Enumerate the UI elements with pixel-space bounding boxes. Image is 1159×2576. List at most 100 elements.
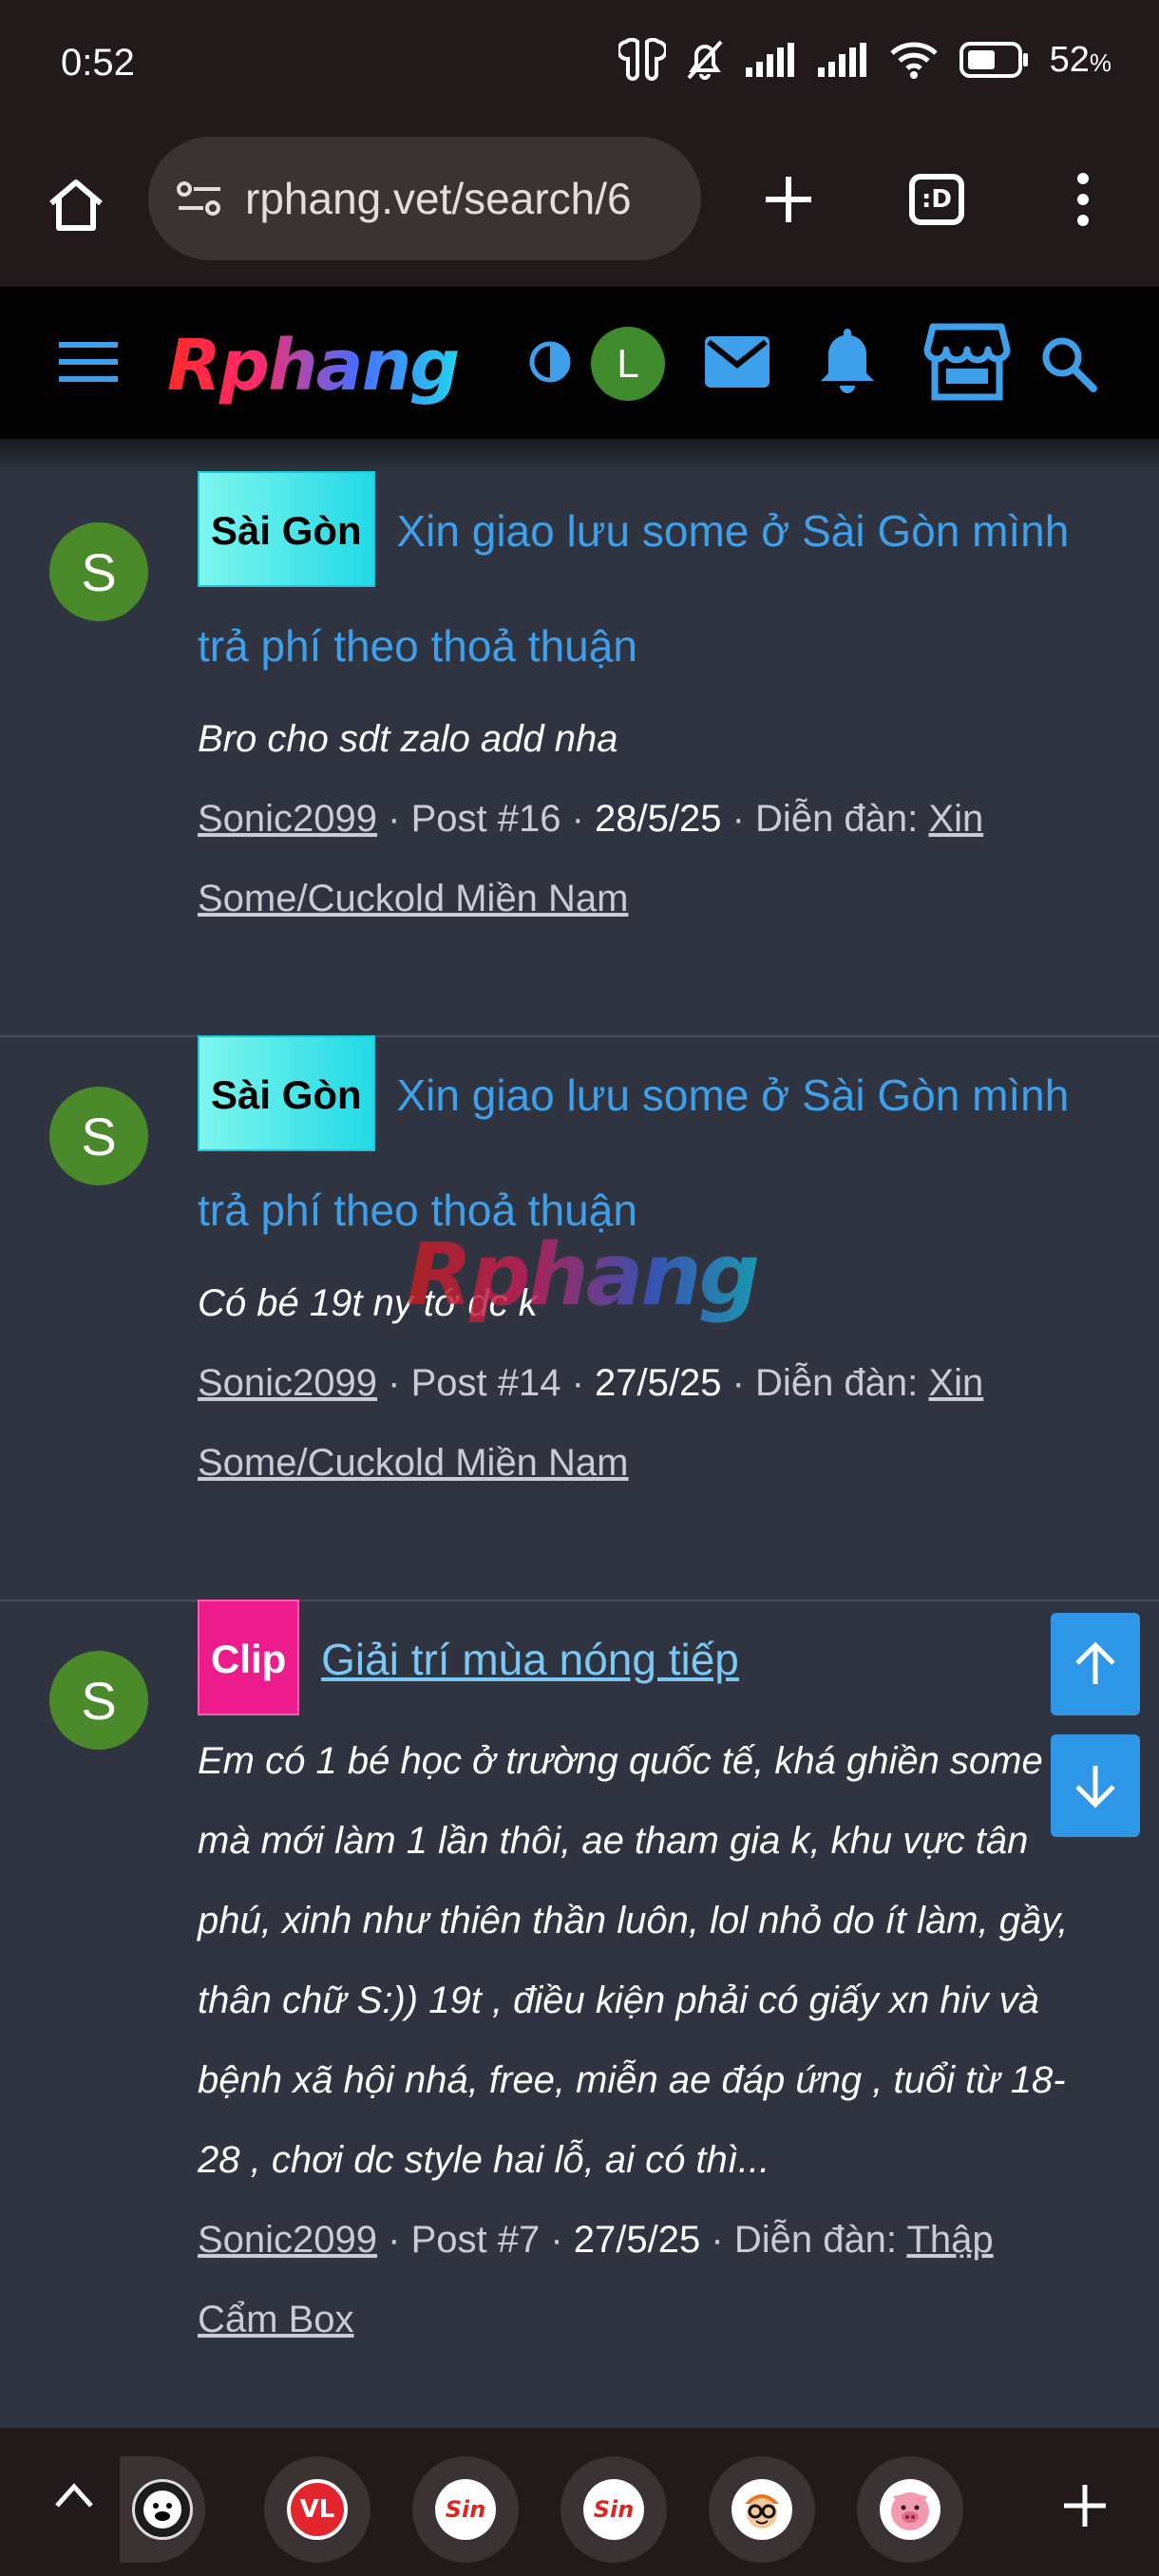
post-number: Post #16 (410, 798, 561, 840)
result-snippet-line: thân chữ S:)) 19t , điều kiện phải có gi… (198, 1979, 1039, 2021)
author-avatar[interactable]: S (49, 522, 148, 621)
thread-prefix[interactable]: Sài Gòn (198, 1035, 375, 1151)
forum-link-continued[interactable]: Some/Cuckold Miền Nam (198, 1442, 629, 1484)
post-number: Post #14 (410, 1362, 561, 1404)
browser-toolbar: rphang.vet/search/6 :D (0, 133, 1159, 287)
result-snippet: Bro cho sdt zalo add nha (198, 718, 618, 760)
tab-strip: VL Sin Sin (0, 2428, 1159, 2576)
hamburger-menu-icon[interactable] (57, 336, 124, 389)
pig-mask-icon (132, 2479, 193, 2540)
browser-menu-button[interactable] (1045, 161, 1121, 237)
result-snippet-line: bệnh xã hội nhá, free, miễn ae đáp ứng ,… (198, 2059, 1066, 2101)
status-icons: 52% (618, 38, 1112, 82)
result-title[interactable]: Clip Giải trí mùa nóng tiếp (198, 1600, 1102, 1721)
forum-link-continued[interactable]: Some/Cuckold Miền Nam (198, 878, 629, 919)
chevron-up-icon[interactable] (53, 2481, 95, 2510)
user-avatar[interactable]: L (591, 327, 665, 401)
tab-favicon[interactable] (857, 2456, 963, 2563)
post-date: 27/5/25 (573, 2219, 701, 2261)
tab-switcher-icon: :D (909, 174, 964, 225)
status-bar: 0:52 52% (0, 0, 1159, 133)
sin-favicon: Sin (583, 2479, 644, 2540)
arrow-up-icon (1075, 1641, 1115, 1684)
tab-favicon[interactable]: Sin (412, 2456, 519, 2563)
forum-label: Diễn đàn: (755, 798, 919, 840)
post-date: 27/5/25 (595, 1362, 722, 1404)
search-result: S Clip Giải trí mùa nóng tiếp Em có 1 bé… (0, 1600, 1159, 2456)
result-meta: Sonic2099 · Post #14 · 27/5/25 · Diễn đà… (198, 1362, 984, 1404)
scroll-bottom-button[interactable] (1051, 1734, 1140, 1837)
result-body: Clip Giải trí mùa nóng tiếp Em có 1 bé h… (198, 1600, 1102, 2359)
result-meta-continued: Cẩm Box (198, 2280, 1102, 2359)
tab-favicon[interactable] (120, 2456, 205, 2563)
tab-favicon[interactable] (709, 2456, 815, 2563)
author-link[interactable]: Sonic2099 (198, 798, 377, 840)
author-avatar[interactable]: S (49, 1087, 148, 1185)
result-meta: Sonic2099 · Post #7 · 27/5/25 · Diễn đàn… (198, 2219, 994, 2261)
result-meta-continued: Some/Cuckold Miền Nam (198, 859, 1102, 938)
site-settings-icon[interactable] (175, 178, 224, 219)
home-icon (49, 180, 103, 231)
result-body: Sài Gòn Xin giao lưu some ở Sài Gòn mình… (198, 471, 1102, 938)
result-snippet-line: Em có 1 bé học ở trường quốc tế, khá ghi… (198, 1740, 1043, 1782)
signal-icon (745, 43, 794, 77)
result-snippet-line: mà mới làm 1 lần thôi, ae tham gia k, kh… (198, 1820, 1029, 1862)
theme-toggle-icon[interactable] (528, 340, 572, 384)
wifi-icon (889, 42, 938, 79)
bell-icon[interactable] (817, 325, 878, 397)
watermark-logo: Rphang (407, 1225, 760, 1325)
pig-icon (880, 2479, 940, 2540)
post-date: 28/5/25 (595, 798, 722, 840)
result-title[interactable]: Sài Gòn Xin giao lưu some ở Sài Gòn mình (198, 471, 1102, 593)
tab-favicon[interactable]: VL (264, 2456, 370, 2563)
vl-favicon: VL (287, 2479, 348, 2540)
author-link[interactable]: Sonic2099 (198, 1362, 377, 1404)
signal-2-icon (817, 43, 866, 77)
thread-prefix[interactable]: Clip (198, 1600, 300, 1715)
title-link-continued[interactable]: trả phí theo thoả thuận (198, 593, 1102, 699)
address-bar[interactable]: rphang.vet/search/6 (148, 137, 701, 260)
result-snippet-line: phú, xinh như thiên thần luôn, lol nhỏ d… (198, 1900, 1069, 1941)
earbuds-icon (618, 38, 666, 81)
author-link[interactable]: Sonic2099 (198, 2219, 377, 2261)
add-tab-icon[interactable] (1062, 2483, 1108, 2529)
battery-icon (959, 42, 1028, 78)
plus-icon (766, 177, 811, 222)
header-shadow (0, 439, 1159, 473)
title-link[interactable]: Xin giao lưu some ở Sài Gòn mình (396, 1070, 1069, 1120)
title-link[interactable]: Xin giao lưu some ở Sài Gòn mình (396, 506, 1069, 556)
mail-icon[interactable] (705, 336, 770, 388)
thread-prefix[interactable]: Sài Gòn (198, 471, 375, 587)
new-tab-button[interactable] (750, 161, 826, 237)
store-icon[interactable] (923, 321, 1011, 403)
scroll-top-button[interactable] (1051, 1613, 1140, 1715)
search-results: S Sài Gòn Xin giao lưu some ở Sài Gòn mì… (0, 471, 1159, 2456)
result-meta-continued: Some/Cuckold Miền Nam (198, 1423, 1102, 1503)
sin-favicon: Sin (435, 2479, 496, 2540)
forum-link-continued[interactable]: Cẩm Box (198, 2299, 354, 2340)
result-title[interactable]: Sài Gòn Xin giao lưu some ở Sài Gòn mình (198, 1035, 1102, 1157)
title-link[interactable]: Giải trí mùa nóng tiếp (321, 1635, 739, 1684)
result-meta: Sonic2099 · Post #16 · 28/5/25 · Diễn đà… (198, 798, 984, 840)
status-time: 0:52 (61, 42, 135, 84)
site-logo[interactable]: Rphang (167, 325, 460, 407)
battery-percent: 52% (1049, 39, 1112, 80)
site-header: Rphang L (0, 287, 1159, 439)
post-number: Post #7 (410, 2219, 541, 2261)
forum-label: Diễn đàn: (755, 1362, 919, 1404)
bell-muted-icon (687, 40, 723, 80)
search-result: S Sài Gòn Xin giao lưu some ở Sài Gòn mì… (0, 471, 1159, 1037)
nerd-face-icon (732, 2479, 792, 2540)
arrow-down-icon (1075, 1766, 1115, 1809)
tab-switcher-button[interactable]: :D (899, 161, 975, 237)
forum-link[interactable]: Thập (906, 2219, 993, 2261)
url-text[interactable]: rphang.vet/search/6 (245, 173, 632, 224)
more-vertical-icon (1077, 173, 1089, 226)
author-avatar[interactable]: S (49, 1651, 148, 1750)
home-button[interactable] (38, 167, 114, 243)
tab-favicon[interactable]: Sin (560, 2456, 667, 2563)
forum-link[interactable]: Xin (928, 1362, 983, 1404)
forum-link[interactable]: Xin (928, 798, 983, 840)
search-icon[interactable] (1039, 334, 1098, 393)
forum-label: Diễn đàn: (733, 2219, 898, 2261)
